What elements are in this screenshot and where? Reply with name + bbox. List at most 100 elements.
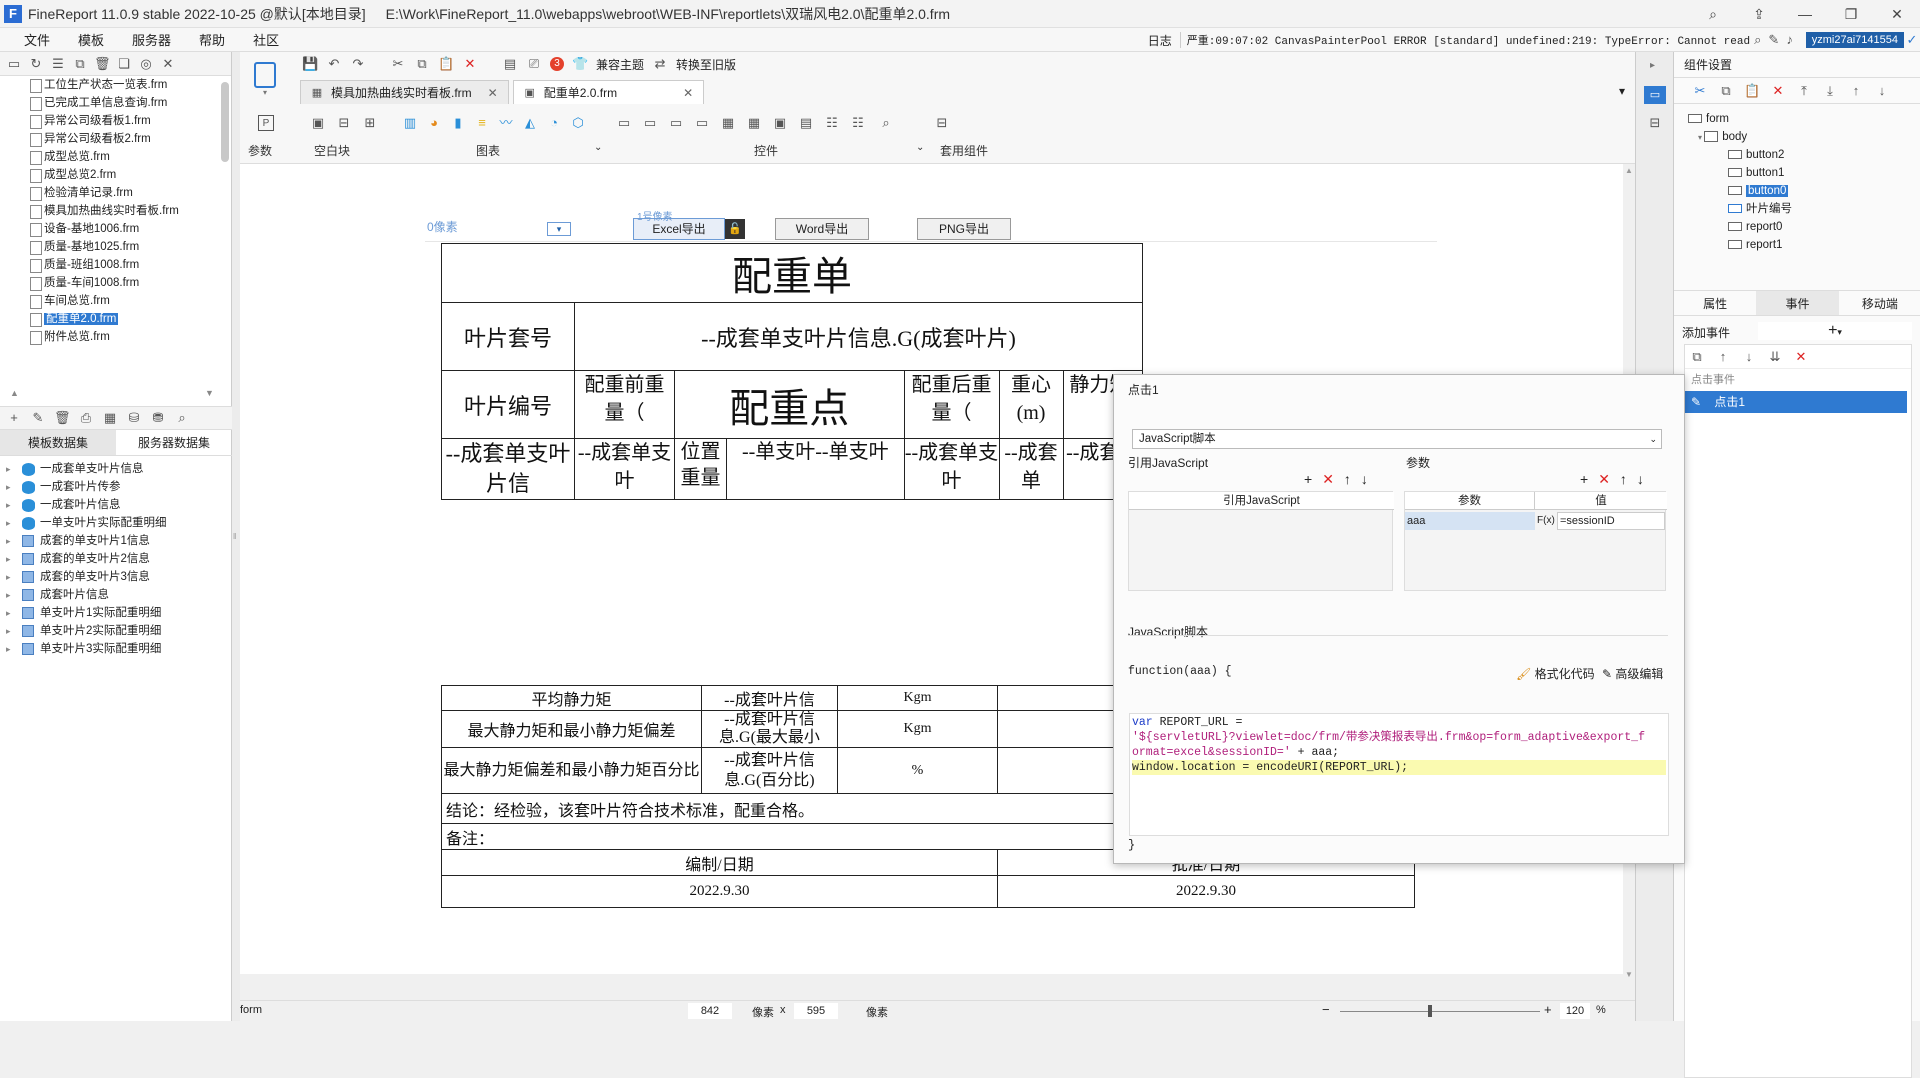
tree-node-blade-number[interactable]: 叶片编号 [1688,200,1920,218]
search-icon[interactable]: ⌕ [1750,32,1766,48]
zoom-slider-thumb[interactable] [1428,1005,1432,1017]
param-widget-icon[interactable]: ▾ [547,222,571,236]
file-item[interactable]: 设备-基地1006.frm [0,220,220,238]
duplicate-icon[interactable]: ❏ [116,56,132,72]
log-label[interactable]: 日志 [1148,32,1172,49]
close-button[interactable]: ✕ [1874,0,1920,28]
col-post-weight[interactable]: 配重后重量（ [903,370,1000,439]
search-icon[interactable]: ⌕ [174,410,190,426]
delete-icon[interactable]: ✕ [462,56,478,72]
file-item[interactable]: 已完成工单信息查询.frm [0,94,220,112]
dataset-item[interactable]: ▸ 一成套叶片传参 [0,478,232,496]
canvas-horizontal-scrollbar[interactable] [240,974,1623,984]
line-chart-icon[interactable]: 〰 [498,115,514,131]
event-type-select[interactable]: JavaScript脚本 ⌄ [1132,429,1662,449]
report-title[interactable]: 配重单 [441,243,1143,303]
file-item[interactable]: 异常公司级看板2.frm [0,130,220,148]
unit-kgm-2[interactable]: Kgm [837,710,998,748]
pct-label[interactable]: 最大静力矩偏差和最小静力矩百分比 [441,747,702,794]
format-code-button[interactable]: 🖌 格式化代码 [1516,665,1595,682]
delete-param-icon[interactable]: ✕ [1598,471,1610,488]
delete-event-icon[interactable]: ✕ [1793,349,1809,365]
close-tab-icon[interactable]: ✕ [488,81,498,105]
expand-arrow-icon[interactable]: ▸ [6,550,11,568]
file-item[interactable]: 模具加热曲线实时看板.frm [0,202,220,220]
ref-js-grid[interactable]: 引用JavaScript [1128,491,1394,591]
column-chart-icon[interactable]: ▥ [402,115,418,131]
zoom-input[interactable]: 120 [1560,1003,1590,1019]
compat-theme-button[interactable]: 兼容主题 [596,56,644,73]
param-panel-icon[interactable]: P [258,115,274,131]
chart-expand-icon[interactable]: ⌄ [594,142,602,153]
copy-event-icon[interactable]: ⧉ [1689,349,1705,365]
zoom-slider-track[interactable] [1340,1011,1540,1012]
tree-node-form[interactable]: form [1688,110,1920,128]
menu-file[interactable]: 文件 [0,30,64,49]
file-item[interactable]: 成型总览2.frm [0,166,220,184]
pct-value[interactable]: --成套叶片信息.G(百分比) [701,747,838,794]
dataset-item[interactable]: ▸ 成套的单支叶片1信息 [0,532,232,550]
word-export-button[interactable]: Word导出 [775,218,869,240]
lock-icon[interactable]: 🔓 [725,219,745,239]
cell-post-data[interactable]: --成套单支叶 [903,438,1000,500]
file-item[interactable]: 工位生产状态一览表.frm [0,76,220,94]
set-number-label[interactable]: 叶片套号 [441,302,575,371]
event-item-click1[interactable]: ✎ 点击1 [1685,391,1907,413]
date-widget-icon[interactable]: ▦ [720,115,736,131]
table-icon[interactable]: ▦ [102,410,118,426]
tab-mobile[interactable]: 移动端 [1839,291,1920,315]
editor-date[interactable]: 2022.9.30 [441,875,998,908]
expand-arrow-icon[interactable]: ▸ [6,568,11,586]
set-number-value[interactable]: --成套单支叶片信息.G(成套叶片) [574,302,1143,371]
blade-number-label[interactable]: 叶片编号 [441,370,575,439]
template-settings-icon[interactable]: ▤ [502,56,518,72]
checkbox-widget-icon[interactable]: ☷ [850,115,866,131]
dataset-item[interactable]: ▸ 一单支叶片实际配重明细 [0,514,232,532]
splitter-up-icon[interactable]: ▲ [10,388,19,398]
collapse-icon[interactable]: ✕ [160,56,176,72]
tab-server-dataset[interactable]: 服务器数据集 [116,430,232,455]
bar-chart-icon[interactable]: ▮ [450,115,466,131]
param-name-cell[interactable]: aaa [1405,512,1535,530]
advanced-edit-button[interactable]: ✎ 高级编辑 [1602,665,1663,682]
undo-icon[interactable]: ↶ [326,56,342,72]
refresh-icon[interactable]: ↻ [28,56,44,72]
col-center[interactable]: 重心(m) [998,370,1064,439]
file-item[interactable]: 配重单2.0.frm [0,310,220,328]
pin-icon[interactable]: ✓ [1904,32,1920,48]
add-param-icon[interactable]: + [1580,471,1588,488]
tab-weight-sheet[interactable]: ▣ 配重单2.0.frm ✕ [512,80,705,105]
dataset-item[interactable]: ▸ 单支叶片1实际配重明细 [0,604,232,622]
switch-old-button[interactable]: 转换至旧版 [676,56,736,73]
widget-lib-icon[interactable]: ⊟ [1644,114,1666,132]
param-value-input[interactable]: =sessionID [1557,512,1665,530]
file-item[interactable]: 质量-班组1008.frm [0,256,220,274]
log-text[interactable]: 严重:09:07:02 CanvasPainterPool ERROR [sta… [1179,32,1750,48]
tree-node-report0[interactable]: report0 [1688,218,1920,236]
cell-center-data[interactable]: --成套单 [998,438,1064,500]
zoom-in-button[interactable]: + [1544,1002,1552,1017]
copy-icon[interactable]: ⧉ [414,56,430,72]
move-up-icon[interactable]: ↑ [1848,83,1864,99]
tab-menu-icon[interactable]: ▾ [1619,84,1625,98]
save-icon[interactable]: 💾 [302,56,318,72]
copy-icon[interactable]: ⧉ [72,56,88,72]
max-dev-value[interactable]: --成套叶片信息.G(最大最小 [701,710,838,748]
menu-help[interactable]: 帮助 [185,30,239,49]
gauge-chart-icon[interactable]: ◔ [546,115,562,131]
move-top-icon[interactable]: ⤒ [1796,83,1812,99]
zoom-out-button[interactable]: − [1322,1002,1330,1017]
unit-kgm[interactable]: Kgm [837,685,998,711]
left-splitter[interactable]: ‖ [232,52,240,1021]
paste-icon[interactable]: 📋 [1744,83,1760,99]
expand-arrow-icon[interactable]: ▸ [6,478,11,496]
calendar-widget-icon[interactable]: ▦ [746,115,762,131]
file-item[interactable]: 检验清单记录.frm [0,184,220,202]
component-settings-icon[interactable]: ▭ [1644,86,1666,104]
event-down-icon[interactable]: ↓ [1741,349,1757,365]
close-tab-icon[interactable]: ✕ [683,81,693,105]
col-weight-point[interactable]: 配重点 [674,370,905,439]
png-export-button[interactable]: PNG导出 [917,218,1011,240]
textarea-widget-icon[interactable]: ▤ [798,115,814,131]
expand-arrow-icon[interactable]: ▸ [6,622,11,640]
